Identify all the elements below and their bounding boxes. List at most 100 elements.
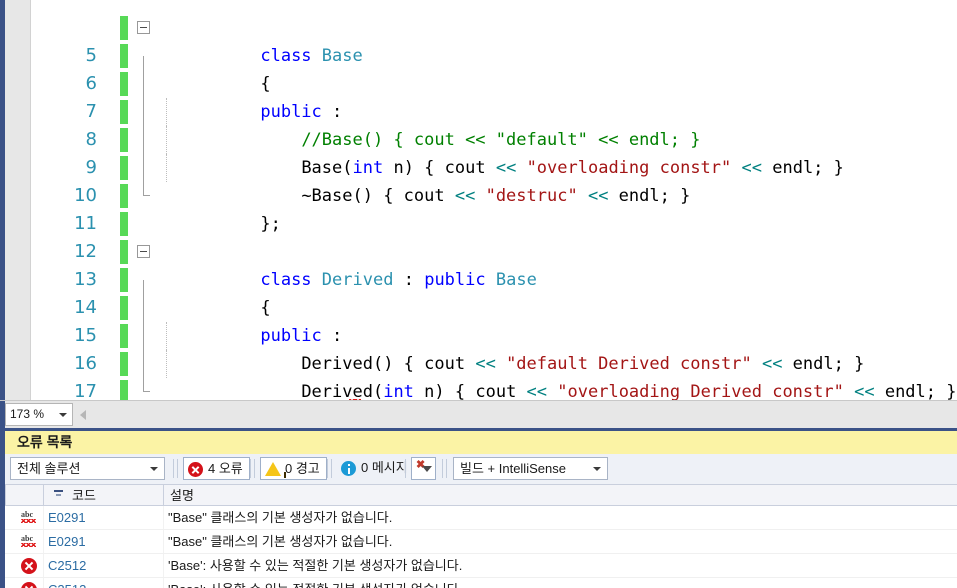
code-line[interactable]: 17 Derived(int n) { cout << "overloading… <box>31 350 957 400</box>
build-source-value: 빌드 + IntelliSense <box>460 461 566 476</box>
change-indicator-bar <box>120 128 128 152</box>
warnings-filter-button[interactable]: 0 경고 <box>260 457 327 480</box>
structure-guide-line <box>143 126 144 154</box>
change-indicator-bar <box>120 324 128 348</box>
structure-guide-line <box>143 280 144 294</box>
code-line[interactable]: 7 public : <box>31 70 957 122</box>
sort-filter-icon <box>54 490 63 499</box>
toolbar-separator <box>250 459 251 478</box>
change-indicator-bar <box>120 240 128 264</box>
chevron-down-icon[interactable] <box>593 467 601 471</box>
errors-filter-button[interactable]: 4 오류 <box>183 457 250 480</box>
code-text-area[interactable]: 4 5 class Base 6 { 7 <box>31 0 957 400</box>
change-indicator-bar <box>120 380 128 400</box>
warnings-count-label: 0 경고 <box>285 461 320 476</box>
code-line[interactable]: 11 }; <box>31 182 957 234</box>
error-description: 'Base': 사용할 수 있는 적절한 기본 생성자가 없습니다. <box>168 578 953 588</box>
toolbar-separator <box>327 459 328 478</box>
messages-count-label: 0 메시지 <box>361 460 408 475</box>
scope-filter-value: 전체 솔루션 <box>17 461 81 476</box>
error-icon <box>21 582 37 588</box>
toolbar-separator <box>442 459 443 478</box>
change-indicator-bar <box>120 156 128 180</box>
structure-guide-line <box>143 56 144 70</box>
table-row[interactable]: abc E0291 "Base" 클래스의 기본 생성자가 없습니다. <box>5 530 957 554</box>
column-header-code-label: 코드 <box>72 488 96 503</box>
error-description: "Base" 클래스의 기본 생성자가 없습니다. <box>168 510 393 525</box>
code-line[interactable]: 16 Derived() { cout << "default Derived … <box>31 322 957 400</box>
structure-guide-line <box>143 154 144 182</box>
table-row[interactable]: C2512 'Base': 사용할 수 있는 적절한 기본 생성자가 없습니다. <box>5 554 957 578</box>
table-row[interactable]: abc E0291 "Base" 클래스의 기본 생성자가 없습니다. <box>5 506 957 530</box>
code-line[interactable]: 15 public : <box>31 294 957 346</box>
code-line[interactable]: 18 }; <box>31 378 957 400</box>
code-line[interactable]: 14 { <box>31 266 957 318</box>
indent-guide-line <box>166 350 167 378</box>
error-list-panel: 오류 목록 전체 솔루션 4 오류 0 경고 0 메시지 ✖ 빌드 + Inte… <box>0 428 957 588</box>
zoom-level-dropdown[interactable]: 173 % <box>5 403 73 426</box>
indent-guide-line <box>166 322 167 350</box>
code-line[interactable]: 5 class Base <box>31 14 957 66</box>
column-header-description-label: 설명 <box>170 488 194 503</box>
toolbar-separator <box>446 459 447 478</box>
scroll-left-arrow-icon[interactable] <box>76 404 92 425</box>
code-line[interactable]: 10 ~Base() { cout << "destruc" << endl; … <box>31 154 957 206</box>
zoom-level-value: 173 % <box>10 407 45 421</box>
funnel-icon <box>422 466 432 472</box>
info-icon <box>341 461 356 476</box>
error-code: C2512 <box>48 578 158 588</box>
visual-studio-window: 4 5 class Base 6 { 7 <box>0 0 957 588</box>
structure-guide-line <box>143 70 144 98</box>
code-line[interactable]: 8 //Base() { cout << "default" << endl; … <box>31 98 957 150</box>
collapse-outline-icon[interactable] <box>137 245 150 258</box>
change-indicator-bar <box>120 184 128 208</box>
error-list-title: 오류 목록 <box>5 431 957 454</box>
error-description: 'Base': 사용할 수 있는 적절한 기본 생성자가 없습니다. <box>168 558 463 573</box>
errors-count-label: 4 오류 <box>208 461 243 476</box>
editor-status-bar: 173 % <box>0 400 957 429</box>
code-line[interactable]: 9 Base(int n) { cout << "overloading con… <box>31 126 957 178</box>
toolbar-separator <box>177 459 178 478</box>
intellisense-error-icon: abc <box>21 534 37 550</box>
change-indicator-bar <box>120 352 128 376</box>
structure-guide-line <box>143 294 144 322</box>
horizontal-scrollbar[interactable] <box>92 404 957 425</box>
code-editor[interactable]: 4 5 class Base 6 { 7 <box>0 0 957 400</box>
column-header-code[interactable]: 코드 <box>43 485 163 506</box>
structure-guide-line <box>143 378 150 392</box>
change-indicator-bar <box>120 16 128 40</box>
toolbar-separator <box>405 459 406 478</box>
error-icon <box>188 462 203 477</box>
toolbar-separator <box>173 459 174 478</box>
collapse-outline-icon[interactable] <box>137 21 150 34</box>
change-indicator-bar <box>120 72 128 96</box>
structure-guide-line <box>143 350 144 378</box>
scope-filter-dropdown[interactable]: 전체 솔루션 <box>10 457 165 480</box>
error-list-header-row: 코드 설명 <box>5 484 957 506</box>
structure-guide-line <box>143 98 144 126</box>
code-line[interactable]: 13 class Derived : public Base <box>31 238 957 290</box>
editor-indicator-margin[interactable] <box>5 0 31 400</box>
structure-guide-line <box>143 322 144 350</box>
build-source-dropdown[interactable]: 빌드 + IntelliSense <box>453 457 608 480</box>
column-header-severity[interactable] <box>5 485 43 506</box>
code-line[interactable]: 6 { <box>31 42 957 94</box>
error-list-rows[interactable]: abc E0291 "Base" 클래스의 기본 생성자가 없습니다. abc … <box>5 506 957 588</box>
error-list-toolbar: 전체 솔루션 4 오류 0 경고 0 메시지 ✖ 빌드 + IntelliSen… <box>5 454 957 484</box>
intellisense-error-icon: abc <box>21 510 37 526</box>
toolbar-separator <box>331 459 332 478</box>
toolbar-separator <box>254 459 255 478</box>
column-header-description[interactable]: 설명 <box>163 485 957 506</box>
chevron-down-icon[interactable] <box>59 413 67 417</box>
change-indicator-bar <box>120 296 128 320</box>
code-line[interactable]: 4 <box>31 0 957 14</box>
messages-filter-button[interactable]: 0 메시지 <box>337 457 414 480</box>
indent-guide-line <box>166 154 167 182</box>
code-line[interactable]: 12 <box>31 210 957 262</box>
code-line-text[interactable]: }; <box>136 378 281 400</box>
change-indicator-bar <box>120 44 128 68</box>
error-code: E0291 <box>48 534 86 549</box>
chevron-down-icon[interactable] <box>150 467 158 471</box>
table-row[interactable]: C2512 'Base': 사용할 수 있는 적절한 기본 생성자가 없습니다. <box>5 578 957 588</box>
clear-filter-button[interactable]: ✖ <box>411 457 436 480</box>
